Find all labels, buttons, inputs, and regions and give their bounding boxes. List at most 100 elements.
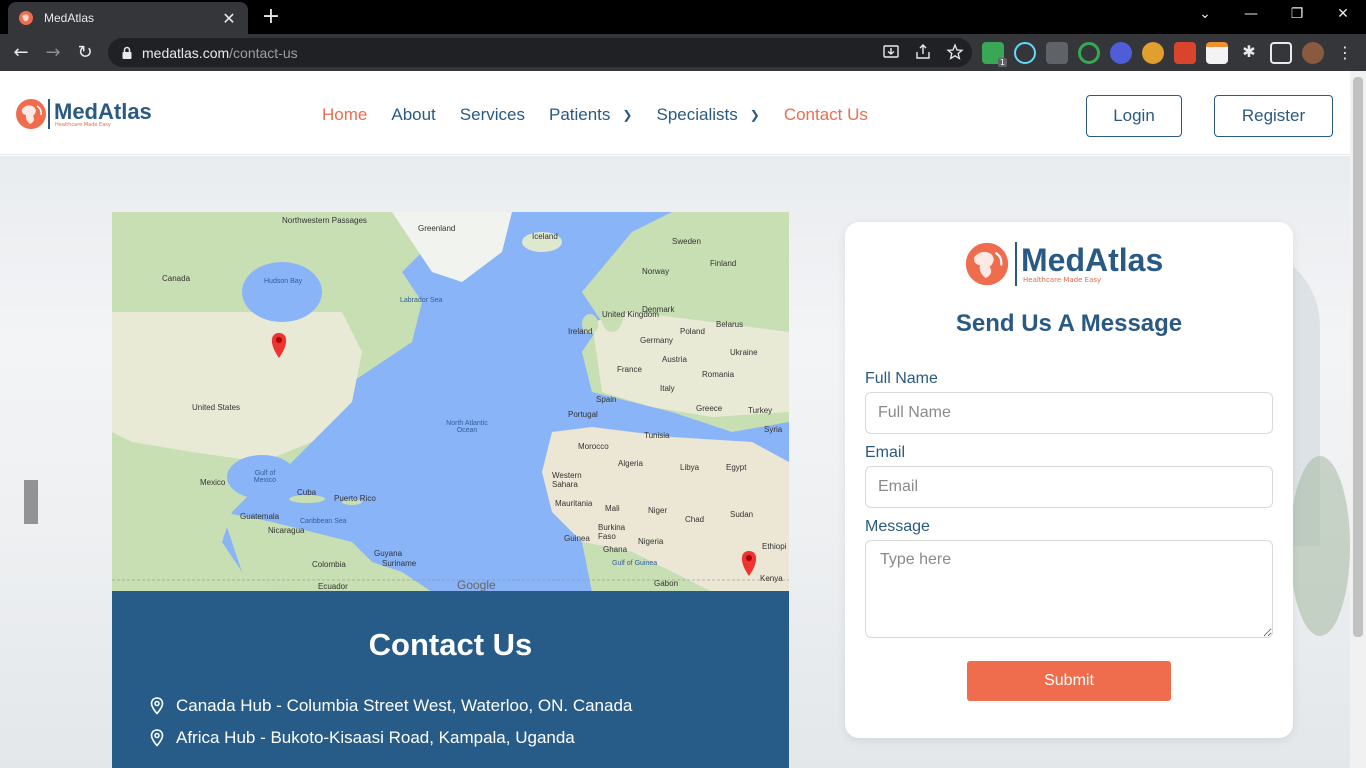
side-panel-icon[interactable] <box>1270 42 1292 64</box>
close-window-icon[interactable]: ✕ <box>1328 6 1358 22</box>
contact-line-canada: Canada Hub - Columbia Street West, Water… <box>150 696 632 716</box>
nav-services-label: Services <box>459 105 525 124</box>
map-label: United States <box>192 403 241 412</box>
map-label: Niger <box>648 506 668 515</box>
chevron-down-icon: ❯ <box>749 108 760 122</box>
full-name-input[interactable] <box>865 392 1273 434</box>
map-label: Gulf of Guinea <box>612 560 658 567</box>
map-label: Ireland <box>568 327 593 336</box>
map-label: Ghana <box>603 545 628 554</box>
location-pin-icon <box>150 729 164 747</box>
map-label: Norway <box>642 267 670 276</box>
gear-flower-extension-icon[interactable] <box>1110 42 1132 64</box>
background-fixture <box>24 480 38 524</box>
close-tab-icon[interactable]: ✕ <box>220 9 238 28</box>
map-label: Mexico <box>200 478 226 487</box>
submit-button[interactable]: Submit <box>967 661 1171 701</box>
nav-services[interactable]: Services <box>460 105 525 125</box>
location-map[interactable]: Northwestern Passages Greenland Iceland … <box>112 212 789 592</box>
nav-contact-us[interactable]: Contact Us <box>784 105 868 125</box>
menu-kebab-icon[interactable]: ⋮ <box>1334 42 1356 64</box>
nav-patients[interactable]: Patients ❯ <box>549 105 633 125</box>
map-label: Nicaragua <box>268 526 305 535</box>
back-icon[interactable]: ← <box>8 40 34 66</box>
map-label: Mali <box>605 504 620 513</box>
map-label: Romania <box>702 370 735 379</box>
map-graphic <box>112 212 789 592</box>
map-label: Kenya <box>760 574 783 583</box>
site-logo[interactable]: MedAtlas Healthcare Made Easy <box>14 97 152 131</box>
browser-toolbar: ← → ↻ medatlas.com /contact-us 1 ✱ ⋮ <box>0 34 1366 71</box>
address-bar[interactable]: medatlas.com /contact-us <box>108 38 972 67</box>
map-label: Caribbean Sea <box>300 518 347 525</box>
map-label: Morocco <box>578 442 609 451</box>
nav-specialists-label: Specialists <box>656 105 738 124</box>
google-watermark: Google <box>457 578 496 592</box>
map-label: Guinea <box>564 534 590 543</box>
map-label: Portugal <box>568 410 598 419</box>
reload-icon[interactable]: ↻ <box>72 40 98 66</box>
map-label: Puerto Rico <box>334 494 376 503</box>
main-nav: Home About Services Patients ❯ Specialist… <box>322 105 892 125</box>
page-scrollbar[interactable] <box>1350 71 1366 768</box>
map-label: Gulf of Mexico <box>253 470 277 484</box>
colorful-extension-icon[interactable] <box>1142 42 1164 64</box>
map-label: Canada <box>162 274 191 283</box>
full-name-label: Full Name <box>865 370 938 387</box>
browser-tab[interactable]: MedAtlas ✕ <box>8 2 248 34</box>
email-input[interactable] <box>865 466 1273 508</box>
form-logo-text: MedAtlas <box>1021 242 1164 278</box>
minimize-icon[interactable]: — <box>1236 6 1266 22</box>
nav-home[interactable]: Home <box>322 105 367 125</box>
logo-text: MedAtlas <box>54 98 152 124</box>
map-label: Western Sahara <box>552 471 582 489</box>
install-icon[interactable] <box>882 43 900 61</box>
notes-extension-icon[interactable] <box>1206 42 1228 64</box>
tab-search-icon[interactable]: ⌄ <box>1190 6 1220 22</box>
react-devtools-icon[interactable] <box>1014 42 1036 64</box>
login-button[interactable]: Login <box>1086 95 1182 137</box>
contact-info-card: Contact Us Canada Hub - Columbia Street … <box>112 591 789 768</box>
map-label: Belarus <box>716 320 744 329</box>
shield-extension-icon[interactable]: 1 <box>982 42 1007 67</box>
map-label: Poland <box>680 327 705 336</box>
share-icon[interactable] <box>914 43 932 61</box>
globe-logo-icon <box>965 242 1009 286</box>
website: MedAtlas Healthcare Made Easy Home About… <box>0 71 1350 768</box>
form-logo: MedAtlas Healthcare Made Easy <box>963 240 1163 288</box>
map-label: Sudan <box>730 510 754 519</box>
register-button[interactable]: Register <box>1214 95 1333 137</box>
map-label: Hudson Bay <box>264 278 303 285</box>
scrollbar-thumb[interactable] <box>1353 77 1363 637</box>
url-path: /contact-us <box>229 44 298 61</box>
car-extension-icon[interactable] <box>1046 42 1068 64</box>
map-label: Egypt <box>726 463 747 472</box>
chevron-down-icon: ❯ <box>622 108 633 122</box>
restore-icon[interactable]: ❐ <box>1282 6 1312 22</box>
nav-about-label: About <box>391 105 436 124</box>
globe-logo-icon <box>16 99 46 129</box>
new-tab-icon[interactable]: + <box>258 4 284 30</box>
nav-home-label: Home <box>322 105 368 124</box>
profile-avatar[interactable] <box>1302 42 1324 64</box>
lighthouse-extension-icon[interactable] <box>1174 42 1196 64</box>
map-label: Ecuador <box>318 582 348 591</box>
contact-address: Canada Hub - Columbia Street West, Water… <box>176 696 633 715</box>
map-label: Northwestern Passages <box>282 216 367 225</box>
browser-tabbar: MedAtlas ✕ + ⌄ — ❐ ✕ <box>0 0 1366 34</box>
puzzle-extensions-icon[interactable]: ✱ <box>1238 42 1260 64</box>
map-label: Colombia <box>312 560 346 569</box>
message-form-card: MedAtlas Healthcare Made Easy Send Us A … <box>845 222 1293 738</box>
nav-specialists[interactable]: Specialists ❯ <box>656 105 759 125</box>
map-label: Labrador Sea <box>400 297 443 304</box>
message-label: Message <box>865 518 930 535</box>
map-label: Chad <box>685 515 705 524</box>
map-label: Mauritania <box>555 499 593 508</box>
map-label: Denmark <box>642 305 675 314</box>
nav-about[interactable]: About <box>391 105 435 125</box>
forward-icon[interactable]: → <box>40 40 66 66</box>
target-extension-icon[interactable] <box>1078 42 1100 64</box>
message-textarea[interactable] <box>865 540 1273 638</box>
map-label: Libya <box>680 463 700 472</box>
bookmark-star-icon[interactable] <box>946 43 964 61</box>
